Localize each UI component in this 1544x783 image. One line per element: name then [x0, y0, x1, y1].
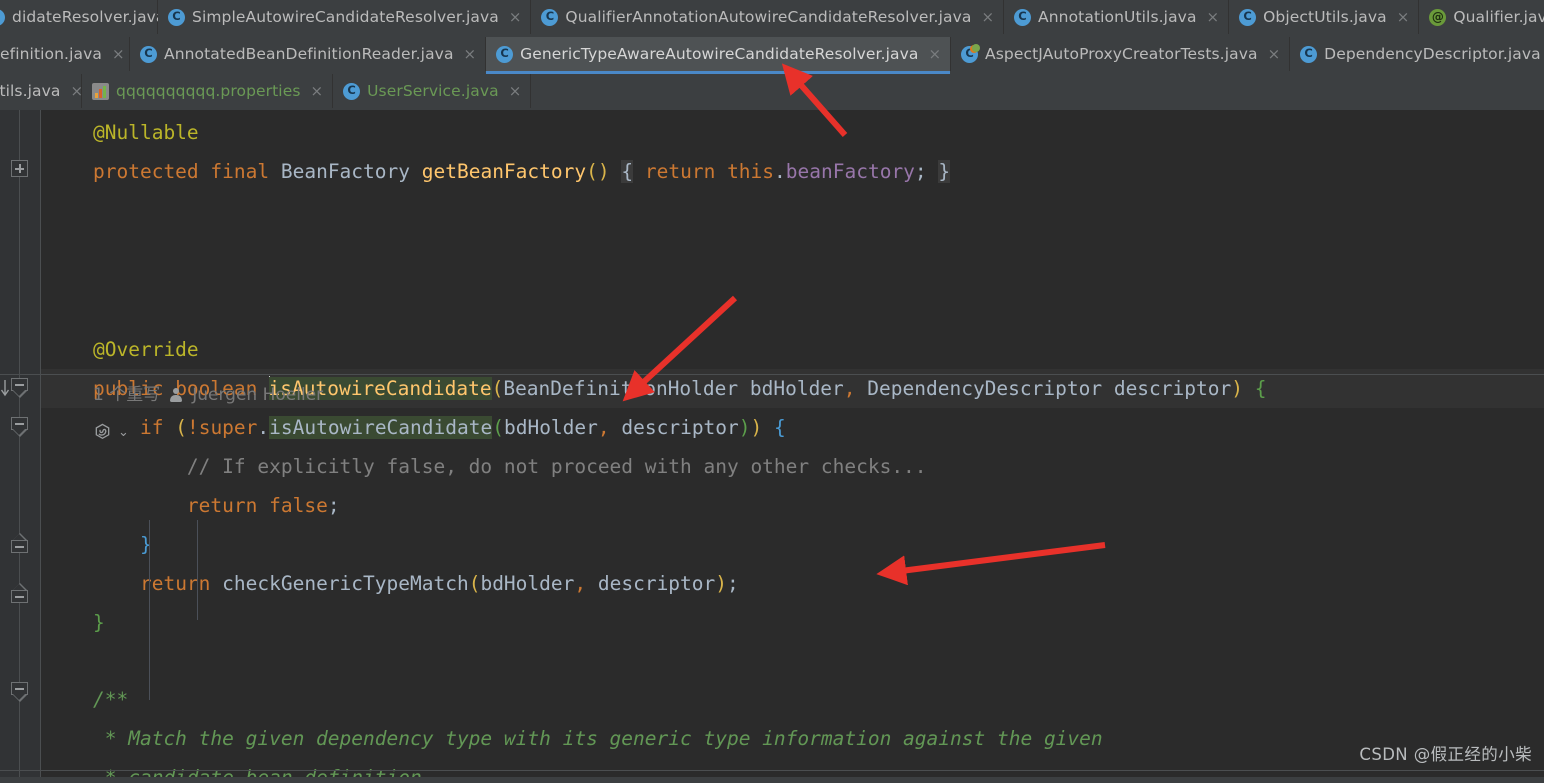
properties-file-icon — [92, 82, 109, 100]
tab-close-icon[interactable]: × — [464, 46, 477, 62]
editor-tab-definition-java[interactable]: Definition.java × — [0, 37, 130, 71]
spring-bean-row[interactable]: ⌄ — [41, 415, 129, 449]
code-line[interactable] — [41, 191, 1544, 230]
fold-expand-icon[interactable] — [11, 160, 28, 177]
code-line[interactable]: * Match the given dependency type with i… — [41, 719, 1544, 758]
java-class-icon: C — [1014, 8, 1032, 26]
tab-label: GenericTypeAwareAutowireCandidateResolve… — [520, 45, 919, 63]
indent-guide — [149, 520, 150, 700]
code-line[interactable]: /** — [41, 680, 1544, 719]
code-editor[interactable]: @Nullable protected final BeanFactory get… — [0, 110, 1544, 783]
tab-label: qqqqqqqqqq.properties — [116, 82, 301, 100]
editor-tab-dependencydescriptor-java[interactable]: CDependencyDescriptor.java× — [1290, 37, 1544, 71]
bottom-status-strip — [0, 777, 1544, 783]
tab-label: Qualifier.java — [1453, 8, 1544, 26]
indent-guide — [197, 520, 198, 620]
tab-label: didateResolver.java — [12, 8, 166, 26]
inlay-separator-top — [0, 374, 1544, 375]
tab-row-1: CdidateResolver.java×CSimpleAutowireCand… — [0, 0, 1544, 34]
java-class-icon: C — [343, 82, 361, 100]
java-class-icon: C — [168, 8, 185, 26]
tab-label: SimpleAutowireCandidateResolver.java — [192, 8, 499, 26]
tab-label: DependencyDescriptor.java — [1324, 45, 1541, 63]
csdn-watermark: CSDN @假正经的小柴 — [1359, 745, 1532, 764]
tab-close-icon[interactable]: × — [509, 9, 522, 25]
tab-label: ObjectUtils.java — [1263, 8, 1387, 26]
java-class-icon: C — [541, 8, 559, 26]
tab-label: Definition.java — [0, 45, 102, 63]
annotation-icon: @ — [1429, 8, 1447, 26]
tab-label: AspectJAutoProxyCreatorTests.java — [985, 45, 1258, 63]
editor-tab-aspectjautoproxycreatortests-java[interactable]: C AspectJAutoProxyCreatorTests.java × — [951, 37, 1291, 71]
tab-label: AnnotationUtils.java — [1038, 8, 1197, 26]
editor-tab-qqqqqqqqqq-properties[interactable]: qqqqqqqqqq.properties × — [82, 74, 334, 108]
author-label[interactable]: Juergen Hoeller — [192, 376, 323, 415]
chevron-down-icon[interactable]: ⌄ — [118, 426, 129, 439]
javadoc-separator — [0, 770, 1544, 771]
editor-tab-qualifier-java[interactable]: @Qualifier.java× — [1419, 0, 1544, 34]
java-class-icon: C — [0, 8, 5, 26]
code-line[interactable]: return checkGenericTypeMatch(bdHolder, d… — [41, 564, 1544, 603]
tab-label: UserService.java — [367, 82, 499, 100]
editor-tab-annotationutils-java[interactable]: C AnnotationUtils.java × — [1004, 0, 1230, 34]
editor-tab-userservice-java[interactable]: C UserService.java × — [333, 74, 532, 108]
code-line[interactable]: // If explicitly false, do not proceed w… — [41, 447, 1544, 486]
editor-tab-simpleautowirecandidateresolver-java[interactable]: C SimpleAutowireCandidateResolver.java × — [158, 0, 532, 34]
code-vision-inlay[interactable]: 1 个重写 Juergen Hoeller — [41, 376, 323, 415]
tab-label: Utils.java — [0, 82, 61, 100]
fold-collapse-icon[interactable] — [11, 682, 28, 703]
tab-close-icon[interactable]: × — [311, 83, 324, 99]
code-line[interactable]: @Nullable — [41, 113, 1544, 152]
editor-tab-generictypeawareautowirecandidateresolver-java[interactable]: C GenericTypeAwareAutowireCandidateResolv… — [486, 37, 952, 74]
java-test-class-icon: C — [961, 43, 981, 63]
code-line[interactable]: protected final BeanFactory getBeanFacto… — [41, 152, 1544, 191]
java-class-icon: C — [140, 45, 157, 63]
fold-collapse-icon[interactable] — [11, 582, 28, 603]
tab-close-icon[interactable]: × — [981, 9, 994, 25]
editor-tab-annotatedbeandefinitionreader-java[interactable]: C AnnotatedBeanDefinitionReader.java × — [130, 37, 487, 71]
tab-close-icon[interactable]: × — [509, 83, 522, 99]
tab-close-icon[interactable]: × — [1268, 46, 1281, 62]
ide-window: CdidateResolver.java×CSimpleAutowireCand… — [0, 0, 1544, 783]
code-text-area[interactable]: @Nullable protected final BeanFactory get… — [41, 110, 1544, 783]
editor-tab-didateresolver-java[interactable]: CdidateResolver.java× — [0, 0, 188, 34]
java-class-icon: C — [1300, 45, 1318, 63]
code-line[interactable] — [41, 230, 1544, 269]
implementing-method-arrow-icon[interactable] — [0, 378, 12, 402]
java-class-icon: C — [1239, 8, 1257, 26]
code-line[interactable] — [41, 642, 1544, 681]
tab-close-icon[interactable]: × — [1397, 9, 1410, 25]
fold-collapse-icon[interactable] — [11, 532, 28, 553]
editor-tab-bar: CdidateResolver.java×CSimpleAutowireCand… — [0, 0, 1544, 110]
editor-tab-objectutils-java[interactable]: C ObjectUtils.java × — [1229, 0, 1420, 34]
editor-tab-utils-java[interactable]: Utils.java× — [0, 74, 83, 108]
tab-close-icon[interactable]: × — [928, 46, 941, 62]
tab-close-icon[interactable]: × — [1207, 9, 1220, 25]
fold-collapse-icon[interactable] — [11, 417, 28, 438]
tab-label: AnnotatedBeanDefinitionReader.java — [164, 45, 454, 63]
tab-label: QualifierAnnotationAutowireCandidateReso… — [565, 8, 972, 26]
tab-row-2: Definition.java × C AnnotatedBeanDefinition… — [0, 37, 1544, 74]
code-line[interactable]: } — [41, 603, 1544, 642]
editor-tab-qualifierannotationautowirecandidateresolver-java[interactable]: C QualifierAnnotationAutowireCandidateRes… — [531, 0, 1005, 34]
tab-row-3: Utils.java×qqqqqqqqqq.properties×CUserSe… — [0, 74, 1544, 108]
overrides-count-label[interactable]: 1 个重写 — [93, 376, 160, 415]
code-line[interactable]: return false; — [41, 486, 1544, 525]
tab-close-icon[interactable]: × — [112, 46, 125, 62]
code-line[interactable]: } — [41, 525, 1544, 564]
author-person-icon — [169, 388, 183, 403]
spring-bean-icon[interactable] — [93, 423, 112, 442]
fold-collapse-icon[interactable] — [11, 378, 28, 399]
java-class-icon: C — [496, 45, 514, 63]
code-line[interactable]: @Override — [41, 330, 1544, 369]
